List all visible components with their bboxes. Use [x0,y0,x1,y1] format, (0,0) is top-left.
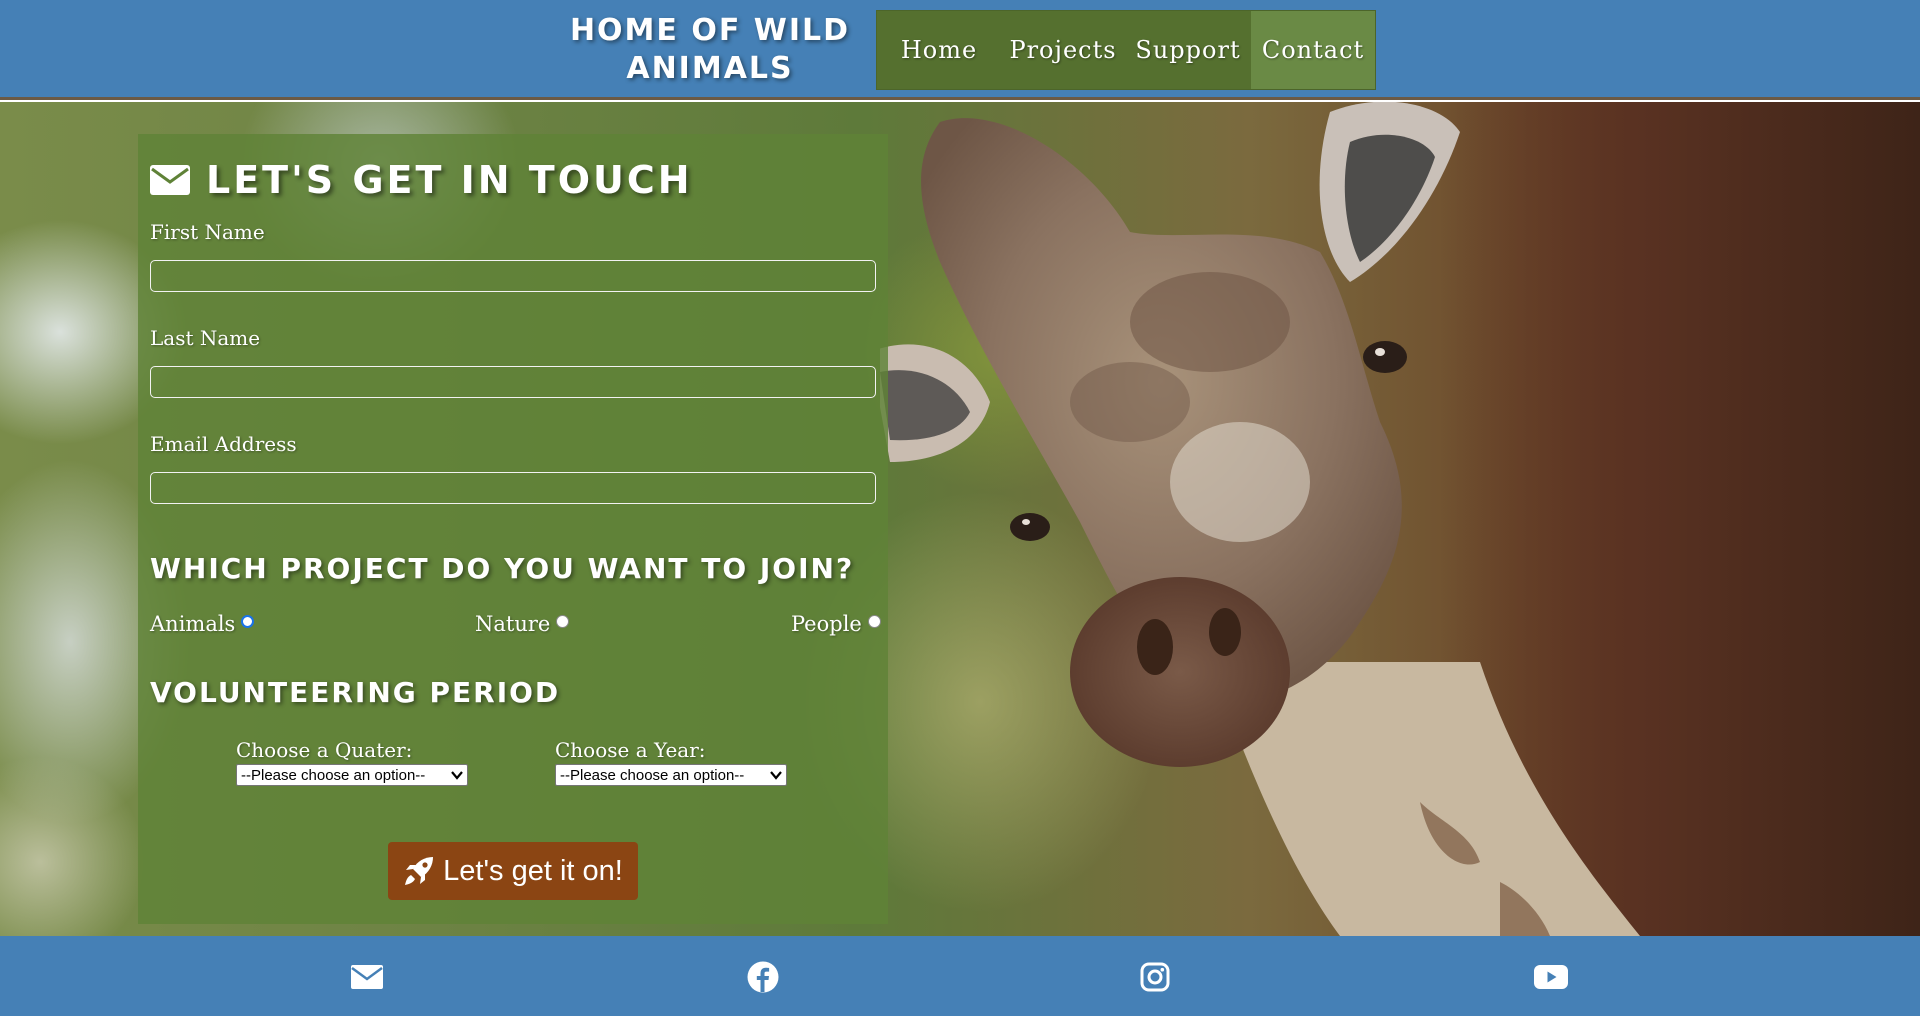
year-label: Choose a Year: [555,738,706,762]
site-title: HOME OF WILD ANIMALS [569,13,851,86]
year-select[interactable]: --Please choose an option-- [555,764,787,786]
period-heading: VOLUNTEERING PERIOD [150,676,561,709]
project-nature-label: Nature [475,612,551,636]
email-input[interactable] [150,472,876,504]
nav-projects[interactable]: Projects [1001,11,1125,89]
quarter-select[interactable]: --Please choose an option-- [236,764,468,786]
rocket-icon [405,857,434,885]
last-name-input[interactable] [150,366,876,398]
hero-background: LET'S GET IN TOUCH First Name Last Name … [0,102,1920,936]
project-people-radio[interactable] [867,614,881,628]
email-label: Email Address [150,432,297,456]
footer-youtube-icon[interactable] [1534,960,1568,994]
quarter-label: Choose a Quater: [236,738,413,762]
nav-home[interactable]: Home [877,11,1001,89]
project-animals-label: Animals [150,612,236,636]
envelope-icon [351,965,383,989]
project-nature-radio[interactable] [556,614,570,628]
form-heading-text: LET'S GET IN TOUCH [206,158,693,202]
instagram-icon [1140,962,1170,992]
nav-contact[interactable]: Contact [1251,11,1375,89]
youtube-icon [1534,965,1568,989]
project-option-people[interactable]: People [791,612,881,636]
contact-form-panel: LET'S GET IN TOUCH First Name Last Name … [138,134,888,924]
site-header: HOME OF WILD ANIMALS Home Projects Suppo… [0,0,1920,100]
year-select-value: --Please choose an option-- [560,766,745,784]
submit-button[interactable]: Let's get it on! [388,842,638,900]
chevron-down-icon [770,771,782,780]
giraffe-image [880,102,1920,936]
quarter-select-value: --Please choose an option-- [241,766,426,784]
project-option-nature[interactable]: Nature [475,612,570,636]
form-heading: LET'S GET IN TOUCH [150,158,693,202]
main-nav: Home Projects Support Contact [876,10,1376,90]
footer-facebook-icon[interactable] [746,960,780,994]
envelope-icon [150,165,190,195]
first-name-label: First Name [150,220,265,244]
nav-support[interactable]: Support [1125,11,1251,89]
footer-instagram-icon[interactable] [1138,960,1172,994]
project-option-animals[interactable]: Animals [150,612,255,636]
facebook-icon [747,961,779,993]
first-name-input[interactable] [150,260,876,292]
project-heading: WHICH PROJECT DO YOU WANT TO JOIN? [150,552,855,585]
chevron-down-icon [451,771,463,780]
project-people-label: People [791,612,862,636]
project-animals-radio[interactable] [241,614,255,628]
last-name-label: Last Name [150,326,261,350]
footer-envelope-icon[interactable] [350,960,384,994]
site-footer [0,936,1920,1016]
submit-button-label: Let's get it on! [443,854,623,887]
